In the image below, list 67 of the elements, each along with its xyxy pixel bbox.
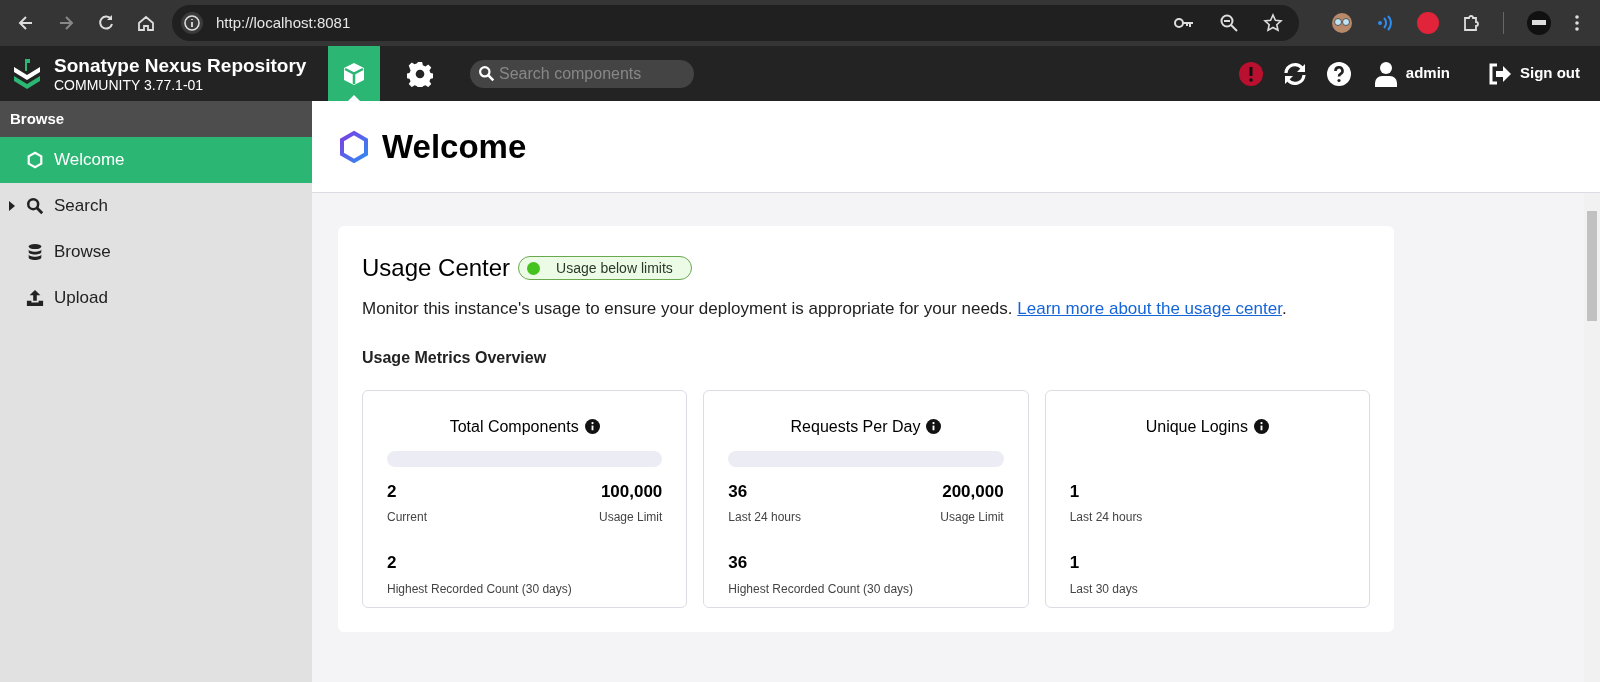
- sidebar-title: Browse: [0, 101, 312, 137]
- chevron-logo-icon: [12, 56, 42, 91]
- status-badge: Usage below limits: [518, 256, 692, 280]
- upload-icon: [26, 289, 44, 307]
- metric-value: 2: [387, 552, 398, 574]
- refresh-icon[interactable]: [1281, 60, 1308, 87]
- sign-out-icon: [1488, 62, 1512, 85]
- metric-label: Highest Recorded Count (30 days): [728, 580, 914, 598]
- zoom-icon[interactable]: [1219, 13, 1239, 33]
- sidebar-item[interactable]: Upload: [0, 275, 312, 321]
- star-icon[interactable]: [1263, 13, 1283, 33]
- metric-title: Total Components: [449, 416, 579, 437]
- metric-title: Requests Per Day: [790, 416, 921, 437]
- section-title: Usage Center: [362, 253, 511, 283]
- limit-label: Usage Limit: [940, 509, 1004, 526]
- user-icon: [1373, 60, 1398, 87]
- home-icon[interactable]: [136, 13, 156, 33]
- reload-icon[interactable]: [96, 13, 116, 33]
- metric-value: 2: [387, 480, 398, 503]
- help-icon[interactable]: [1325, 60, 1352, 87]
- product-edition: COMMUNITY 3.77.1-01: [54, 77, 205, 92]
- hexagon-icon: [26, 151, 44, 169]
- cube-icon: [341, 60, 367, 87]
- info-icon[interactable]: [926, 419, 942, 434]
- usage-center-link[interactable]: Learn more about the usage center: [1017, 299, 1282, 318]
- metric-label: Last 30 days: [1069, 580, 1138, 598]
- info-icon[interactable]: [584, 419, 600, 434]
- metric-value: 1: [1069, 552, 1081, 574]
- scrollbar[interactable]: [1584, 193, 1600, 682]
- profile-avatar-icon[interactable]: [1526, 10, 1552, 36]
- metric-title: Unique Logins: [1145, 416, 1248, 437]
- url-text: http://localhost:8081: [216, 12, 352, 33]
- menu-icon[interactable]: [1574, 14, 1580, 32]
- limit-label: Usage Limit: [598, 509, 663, 526]
- browse-mode-tab[interactable]: [328, 46, 380, 101]
- info-icon: [180, 11, 204, 35]
- description-text: Monitor this instance's usage to ensure your deployment is appropriate for your needs. Learn more about the usage center.: [362, 298, 1288, 320]
- metric-label: Last 24 hours: [1069, 509, 1143, 526]
- sidebar-item[interactable]: Search: [0, 183, 312, 229]
- search-field[interactable]: Search components: [470, 59, 694, 88]
- metric-label: Last 24 hours: [728, 509, 802, 526]
- wave-icon[interactable]: [1375, 13, 1395, 33]
- database-icon: [26, 243, 44, 261]
- metric-value: 36: [728, 552, 749, 574]
- hexagon-logo-icon: [338, 129, 370, 164]
- sign-out-button[interactable]: Sign out: [1488, 62, 1580, 85]
- puzzle-icon[interactable]: [1461, 13, 1481, 33]
- metric-label: Highest Recorded Count (30 days): [387, 580, 572, 598]
- settings-icon: [407, 60, 433, 87]
- expand-caret-icon[interactable]: [8, 201, 16, 211]
- glasses-face-icon[interactable]: [1331, 12, 1353, 34]
- user-menu[interactable]: admin: [1373, 60, 1450, 87]
- metric-label: Current: [387, 509, 427, 526]
- search-icon: [478, 65, 495, 82]
- alert-icon[interactable]: [1237, 60, 1264, 87]
- page-title: Welcome: [382, 126, 527, 167]
- limit-value: 200,000: [942, 480, 1004, 503]
- address-bar[interactable]: http://localhost:8081: [172, 5, 1299, 41]
- overview-title: Usage Metrics Overview: [362, 347, 548, 368]
- product-name: Sonatype Nexus Repository: [54, 55, 307, 75]
- adblock-icon[interactable]: [1417, 12, 1439, 34]
- limit-value: 100,000: [600, 480, 663, 503]
- info-icon[interactable]: [1253, 419, 1269, 434]
- search-icon: [26, 197, 44, 215]
- sidebar-item[interactable]: Browse: [0, 229, 312, 275]
- metric-value: 36: [728, 480, 749, 503]
- metric-value: 1: [1069, 480, 1081, 503]
